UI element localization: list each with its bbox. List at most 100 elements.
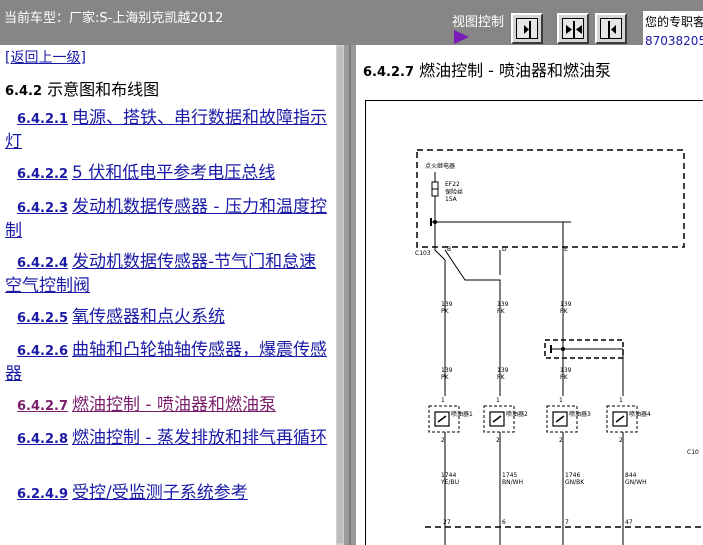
ctrl-wire-2-color: BN/WH	[502, 479, 523, 486]
relay-box	[416, 149, 685, 248]
ctrl-wire-1-num: 1744	[441, 472, 456, 479]
injector-1-label: 喷油器1	[451, 410, 473, 418]
expand-right-icon	[524, 21, 531, 38]
wire-2-color: PK	[497, 308, 506, 315]
wire-6-num: 139	[560, 367, 572, 374]
pane-splitter[interactable]	[344, 45, 356, 545]
vehicle-model-label: 当前车型：厂家:S-上海别克凯越2012	[4, 11, 224, 26]
bottom-pin-6: 6	[502, 519, 506, 526]
toc-number: 6.4.2.1	[17, 112, 68, 127]
view-expand-right-button[interactable]	[511, 13, 543, 44]
ctrl-wire-4-color: GN/WH	[625, 479, 647, 486]
toc-label: 燃油控制 - 蒸发排放和排气再循环	[72, 428, 327, 448]
contact-phone[interactable]: 87038205	[645, 34, 703, 45]
toc-number: 6.4.2.6	[17, 344, 68, 359]
toc-link-evap-egr[interactable]: 6.4.2.8 燃油控制 - 蒸发排放和排气再循环	[5, 427, 330, 451]
ctrl-wire-1-color: YE/BU	[440, 479, 459, 486]
pin-d-label: D	[502, 246, 507, 253]
toc-number: 6.4.2.4	[17, 256, 68, 271]
toc-number: 6.4.2.7	[17, 399, 68, 414]
toc-link-5v-reference[interactable]: 6.4.2.2 5 伏和低电平参考电压总线	[5, 162, 330, 186]
wire-3-num: 139	[560, 301, 572, 308]
wire-5-color: PK	[497, 374, 506, 381]
pin-1-label: 1	[559, 397, 563, 404]
injector-2-label: 喷油器2	[506, 410, 528, 418]
content-title: 6.4.2.7 燃油控制 - 喷油器和燃油泵	[363, 57, 611, 81]
ctrl-wire-3-color: GN/BK	[565, 479, 585, 486]
bottom-pin-7: 7	[565, 519, 569, 526]
splitter-line	[349, 45, 351, 545]
toc-link-crankshaft-sensors[interactable]: 6.4.2.6 曲轴和凸轮轴轴传感器，爆震传感器	[5, 339, 330, 385]
wire-1-color: PK	[441, 308, 450, 315]
ctrl-wire-4-num: 844	[625, 472, 637, 479]
fuse-id: EF22	[445, 181, 460, 188]
toc-number: 6.4.2.5	[17, 311, 68, 326]
wire-4-num: 139	[441, 367, 453, 374]
toc-label: 受控/受监测子系统参考	[72, 483, 248, 503]
pin-2-label: 2	[559, 437, 563, 444]
contact-text: 您的专职客	[645, 15, 703, 29]
injector-4: 1 喷油器4 2	[606, 397, 651, 444]
content-title-number: 6.4.2.7	[363, 65, 414, 80]
left-scrollbar[interactable]	[336, 45, 344, 545]
connector-c10-label: C10	[687, 449, 699, 456]
pin-2-label: 2	[619, 437, 623, 444]
toc-link-subsystem-reference[interactable]: 6.2.4.9 受控/受监测子系统参考	[5, 482, 330, 506]
top-bar: 当前车型：厂家:S-上海别克凯越2012 视图控制 您的专职客 87038205	[0, 0, 703, 45]
toc-number: 6.4.2.3	[17, 201, 68, 216]
wire-1-num: 139	[441, 301, 453, 308]
splice-node	[561, 347, 565, 351]
wiring-diagram: 点火继电器 EF22 保险丝 15A C103 B D E 139 PK 139…	[415, 149, 703, 545]
toc-label: 燃油控制 - 喷油器和燃油泵	[72, 395, 276, 415]
pin-e-label: E	[564, 246, 568, 253]
view-expand-left-button[interactable]	[595, 13, 627, 44]
pin-2-label: 2	[496, 437, 500, 444]
toc-link-pressure-temp-sensors[interactable]: 6.4.2.3 发动机数据传感器 - 压力和温度控制	[5, 196, 330, 242]
ctrl-wire-2-num: 1745	[502, 472, 517, 479]
toc-number: 6.4.2.8	[17, 432, 68, 447]
wire-3-color: PK	[560, 308, 569, 315]
pin-b-label: B	[447, 246, 451, 253]
pin-2-label: 2	[441, 437, 445, 444]
view-arrow-icon	[454, 30, 469, 44]
toc-panel: [返回上一级] 6.4.2 示意图和布线图 6.4.2.1 电源、搭铁、串行数据和…	[0, 45, 344, 545]
wire-6-color: PK	[560, 374, 569, 381]
relay-box-label: 点火继电器	[425, 162, 455, 170]
injector-3-label: 喷油器3	[569, 410, 591, 418]
view-control-label: 视图控制	[452, 15, 505, 30]
content-title-text: 燃油控制 - 喷油器和燃油泵	[419, 61, 612, 80]
wire-4-color: PK	[441, 374, 450, 381]
contact-panel: 您的专职客 87038205	[643, 11, 703, 45]
view-split-button[interactable]	[557, 13, 589, 44]
toc-link-throttle-sensors[interactable]: 6.4.2.4 发动机数据传感器-节气门和怠速空气控制阀	[5, 251, 330, 297]
pin-1-label: 1	[496, 397, 500, 404]
connector-c103-label: C103	[415, 250, 431, 257]
section-number: 6.4.2	[5, 84, 43, 99]
injector-1: 1 喷油器1 2	[428, 397, 473, 444]
section-title-text: 示意图和布线图	[47, 80, 160, 99]
toc-label: 氧传感器和点火系统	[72, 307, 225, 327]
fuse-rating: 15A	[445, 196, 458, 203]
toc-number: 6.4.2.2	[17, 167, 68, 182]
injector-2: 1 喷油器2 2	[483, 397, 528, 444]
toc-number: 6.2.4.9	[17, 487, 68, 502]
expand-left-icon	[608, 21, 616, 38]
toc-link-oxygen-ignition[interactable]: 6.4.2.5 氧传感器和点火系统	[5, 306, 330, 330]
bottom-pin-47: 47	[625, 519, 633, 526]
fuse-name: 保险丝	[445, 188, 463, 196]
bottom-pin-27: 27	[443, 519, 451, 526]
toc-label: 5 伏和低电平参考电压总线	[72, 163, 276, 183]
toc-link-fuel-injector[interactable]: 6.4.2.7 燃油控制 - 喷油器和燃油泵	[5, 394, 330, 418]
injector-3: 1 喷油器3 2	[546, 397, 591, 444]
split-view-icon	[566, 21, 582, 38]
scrollbar-thumb[interactable]	[337, 47, 343, 543]
toc-link-power-ground[interactable]: 6.4.2.1 电源、搭铁、串行数据和故障指示灯	[5, 107, 330, 153]
injector-4-label: 喷油器4	[629, 410, 651, 418]
ctrl-wire-3-num: 1746	[565, 472, 580, 479]
wire-5-num: 139	[497, 367, 509, 374]
wire-2-num: 139	[497, 301, 509, 308]
section-title: 6.4.2 示意图和布线图	[5, 76, 159, 100]
wire-injector-2-feed	[444, 249, 501, 396]
back-link[interactable]: [返回上一级]	[5, 47, 86, 67]
pin-1-label: 1	[619, 397, 623, 404]
